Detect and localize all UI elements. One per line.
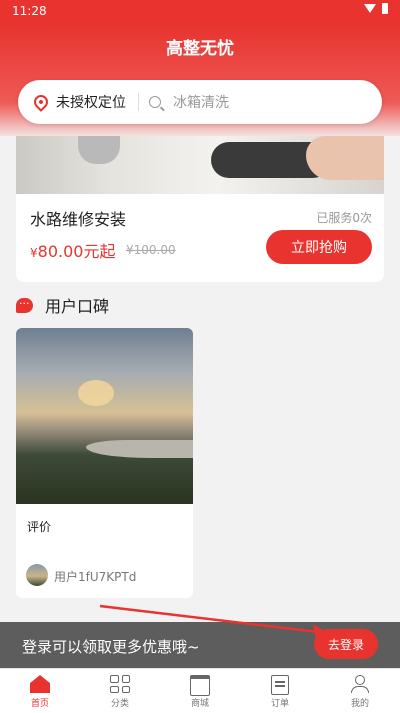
tab-profile[interactable]: 我的 [320, 669, 400, 713]
status-icons [364, 3, 388, 14]
review-text: 评价 [27, 520, 52, 534]
service-name: 水路维修安装 [30, 210, 127, 229]
login-banner-text: 登录可以领取更多优惠哦~ [22, 638, 200, 656]
avatar [26, 564, 48, 586]
chat-icon [16, 294, 33, 313]
service-price: ¥80.00元起 [30, 238, 115, 262]
review-card[interactable]: 评价 用户1fU7KPTd [16, 328, 193, 598]
status-bar: 11:28 [0, 0, 400, 24]
order-icon [271, 675, 289, 695]
search-divider [138, 93, 139, 111]
store-icon [190, 675, 210, 696]
grid-icon [110, 675, 130, 693]
tab-orders[interactable]: 订单 [240, 669, 320, 713]
user-icon [350, 675, 370, 693]
service-card[interactable]: 水路维修安装 已服务0次 ¥80.00元起 ¥100.00 立即抢购 [16, 136, 384, 282]
search-icon [149, 96, 161, 108]
header: 高整无忧 未授权定位 冰箱清洗 [0, 24, 400, 136]
search-input[interactable]: 冰箱清洗 [173, 92, 229, 112]
battery-icon [382, 3, 388, 14]
location-icon[interactable] [31, 92, 51, 112]
section-title: 用户口碑 [45, 297, 110, 316]
login-button[interactable]: 去登录 [314, 629, 378, 659]
tab-label: 首页 [30, 699, 49, 709]
status-time: 11:28 [12, 4, 47, 18]
review-user: 用户1fU7KPTd [54, 570, 137, 584]
login-banner: 登录可以领取更多优惠哦~ 去登录 [0, 622, 400, 668]
reviews-section-header: 用户口碑 [16, 293, 109, 317]
sea-shape [86, 440, 193, 458]
sunset-glow [78, 380, 114, 406]
tab-label: 分类 [110, 699, 129, 709]
original-price: ¥100.00 [126, 243, 176, 257]
tab-label: 商城 [190, 699, 209, 709]
location-label[interactable]: 未授权定位 [56, 92, 126, 112]
buy-now-button[interactable]: 立即抢购 [266, 230, 372, 264]
tab-bar: 首页 分类 商城 订单 我的 [0, 668, 400, 713]
review-photo[interactable] [16, 328, 193, 504]
price-value: 80.00元起 [37, 242, 116, 261]
page-title: 高整无忧 [166, 39, 234, 59]
tab-mall[interactable]: 商城 [160, 669, 240, 713]
tab-label: 订单 [270, 699, 289, 709]
tab-label: 我的 [350, 699, 369, 709]
served-count: 已服务0次 [316, 211, 372, 225]
home-icon [30, 675, 50, 693]
hand-shape [306, 136, 384, 180]
tab-category[interactable]: 分类 [80, 669, 160, 713]
search-bar[interactable]: 未授权定位 冰箱清洗 [18, 80, 382, 124]
faucet-shape [78, 136, 120, 164]
wifi-icon [364, 4, 376, 13]
price-currency: ¥ [30, 246, 38, 260]
service-image [16, 136, 384, 194]
tab-home[interactable]: 首页 [0, 669, 80, 713]
